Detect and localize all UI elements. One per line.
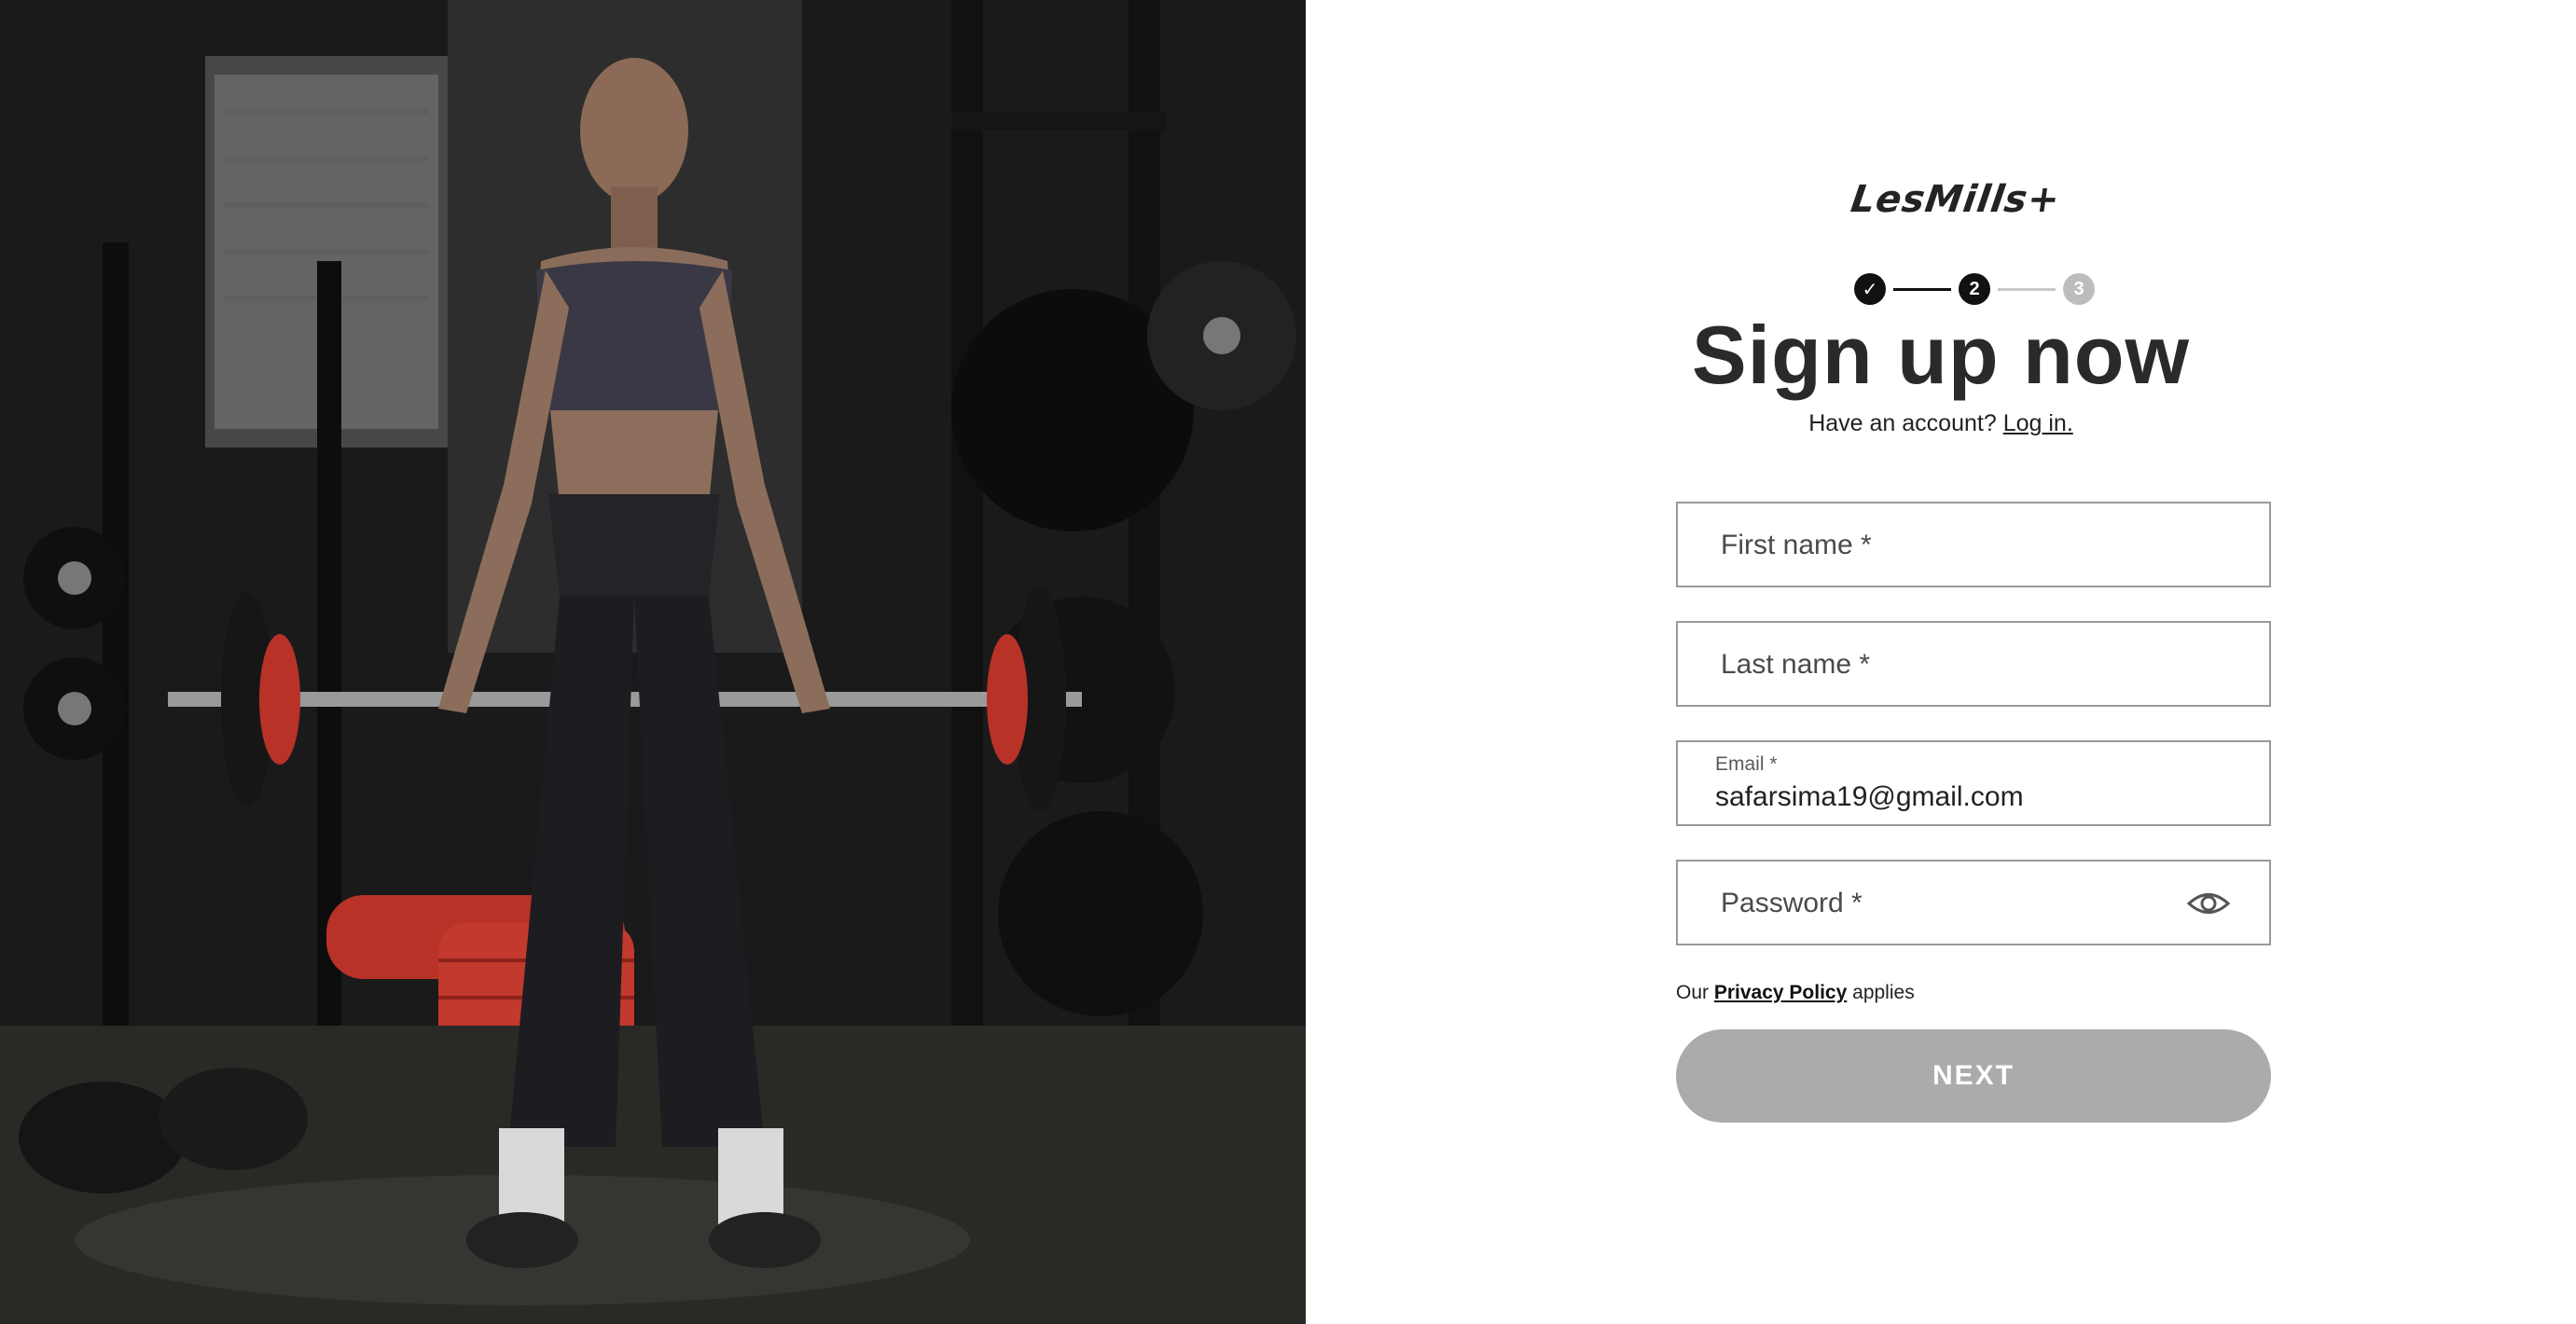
logo-text: LesMills+ xyxy=(1848,178,2063,221)
last-name-placeholder: Last name * xyxy=(1721,649,1871,680)
have-account-label: Have an account? xyxy=(1808,410,1997,436)
signup-page: LesMills+ ✓ 2 3 Sign up now Have an acco… xyxy=(0,0,2576,1324)
have-account-text: Have an account? Log in. xyxy=(1306,410,2576,437)
email-value: safarsima19@gmail.com xyxy=(1715,781,2024,812)
email-label: Email * xyxy=(1715,753,1778,775)
privacy-prefix: Our xyxy=(1676,982,1710,1003)
privacy-policy-link[interactable]: Privacy Policy xyxy=(1714,982,1847,1003)
show-password-eye-icon[interactable] xyxy=(2187,890,2230,917)
login-link[interactable]: Log in. xyxy=(2003,410,2073,436)
privacy-notice: Our Privacy Policy applies xyxy=(1676,982,1915,1004)
stepper-connector-1 xyxy=(1893,287,1951,291)
page-title: Sign up now xyxy=(1691,309,2190,401)
privacy-suffix: applies xyxy=(1852,982,1915,1003)
last-name-field[interactable]: Last name * xyxy=(1676,621,2271,707)
password-field[interactable]: Password * xyxy=(1676,860,2271,945)
gym-photo-illustration xyxy=(0,0,1306,1324)
step-3-upcoming: 3 xyxy=(2063,273,2095,305)
first-name-placeholder: First name * xyxy=(1721,530,1872,560)
password-placeholder: Password * xyxy=(1721,888,1863,918)
signup-stepper: ✓ 2 3 xyxy=(1854,272,2095,306)
signup-form-panel: LesMills+ ✓ 2 3 Sign up now Have an acco… xyxy=(1306,0,2576,1324)
step-1-done-check-icon: ✓ xyxy=(1854,273,1886,305)
lesmills-logo: LesMills+ xyxy=(1848,178,2094,225)
step-2-active: 2 xyxy=(1959,273,1990,305)
first-name-field[interactable]: First name * xyxy=(1676,502,2271,587)
email-field[interactable]: Email * safarsima19@gmail.com xyxy=(1676,740,2271,826)
next-button[interactable]: NEXT xyxy=(1676,1029,2271,1123)
stepper-connector-2 xyxy=(1998,287,2056,291)
hero-gym-photo xyxy=(0,0,1306,1324)
